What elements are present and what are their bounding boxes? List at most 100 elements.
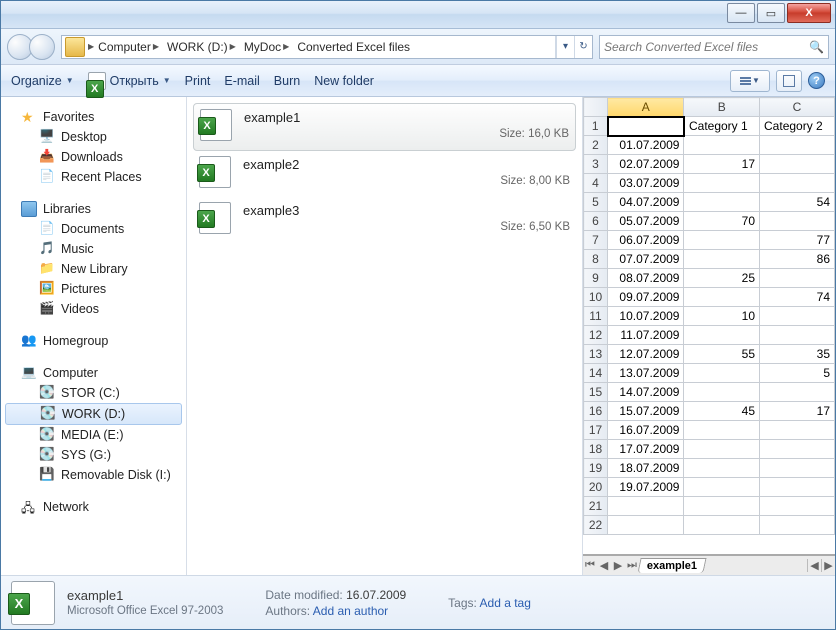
navigation-pane[interactable]: ★Favorites 🖥️Desktop 📥Downloads 📄Recent …: [1, 97, 187, 575]
cell[interactable]: [684, 421, 760, 440]
cell[interactable]: Category 2: [760, 117, 835, 136]
row-header[interactable]: 22: [584, 516, 608, 535]
row-header[interactable]: 7: [584, 231, 608, 250]
cell[interactable]: 54: [760, 193, 835, 212]
cell[interactable]: [760, 516, 835, 535]
cell[interactable]: Category 1: [684, 117, 760, 136]
cell[interactable]: 77: [760, 231, 835, 250]
cell[interactable]: 02.07.2009: [608, 155, 684, 174]
add-tag-link[interactable]: Add a tag: [480, 596, 531, 610]
cell[interactable]: 03.07.2009: [608, 174, 684, 193]
cell[interactable]: [684, 193, 760, 212]
cell[interactable]: [684, 136, 760, 155]
cell[interactable]: [760, 478, 835, 497]
refresh-button[interactable]: ↻: [574, 36, 592, 58]
row-header[interactable]: 12: [584, 326, 608, 345]
cell[interactable]: 07.07.2009: [608, 250, 684, 269]
cell[interactable]: 01.07.2009: [608, 136, 684, 155]
print-button[interactable]: Print: [185, 74, 211, 88]
column-header[interactable]: A: [608, 98, 684, 117]
cell[interactable]: 13.07.2009: [608, 364, 684, 383]
row-header[interactable]: 5: [584, 193, 608, 212]
nav-item-drive-g[interactable]: 💽SYS (G:): [1, 445, 186, 465]
cell[interactable]: [760, 497, 835, 516]
cell[interactable]: [760, 459, 835, 478]
nav-item-recent[interactable]: 📄Recent Places: [1, 167, 186, 187]
cell[interactable]: 86: [760, 250, 835, 269]
column-header[interactable]: B: [684, 98, 760, 117]
row-header[interactable]: 10: [584, 288, 608, 307]
cell[interactable]: [608, 516, 684, 535]
sheet-next-button[interactable]: ▶: [611, 559, 625, 572]
close-button[interactable]: X: [787, 3, 831, 23]
hscroll-left-button[interactable]: ◀: [807, 559, 821, 572]
open-menu[interactable]: Открыть▼: [88, 72, 171, 90]
cell[interactable]: [684, 231, 760, 250]
nav-item-desktop[interactable]: 🖥️Desktop: [1, 127, 186, 147]
nav-item-music[interactable]: 🎵Music: [1, 239, 186, 259]
help-button[interactable]: ?: [808, 72, 825, 89]
cell[interactable]: [684, 497, 760, 516]
cell[interactable]: 10.07.2009: [608, 307, 684, 326]
maximize-button[interactable]: ▭: [757, 3, 785, 23]
breadcrumb-segment[interactable]: MyDoc▶: [240, 40, 294, 54]
cell[interactable]: [760, 307, 835, 326]
nav-item-newlibrary[interactable]: 📁New Library: [1, 259, 186, 279]
network-header[interactable]: 🖧Network: [1, 497, 186, 517]
nav-item-downloads[interactable]: 📥Downloads: [1, 147, 186, 167]
sheet-tab[interactable]: example1: [637, 558, 706, 573]
breadcrumb-dropdown[interactable]: ▾: [556, 36, 574, 58]
cell[interactable]: [684, 478, 760, 497]
cell[interactable]: 11.07.2009: [608, 326, 684, 345]
row-header[interactable]: 13: [584, 345, 608, 364]
cell[interactable]: [760, 136, 835, 155]
cell[interactable]: 17.07.2009: [608, 440, 684, 459]
cell[interactable]: [760, 421, 835, 440]
forward-button[interactable]: [29, 34, 55, 60]
favorites-header[interactable]: ★Favorites: [1, 107, 186, 127]
cell[interactable]: 15.07.2009: [608, 402, 684, 421]
row-header[interactable]: 6: [584, 212, 608, 231]
cell[interactable]: [684, 516, 760, 535]
cell[interactable]: 25: [684, 269, 760, 288]
cell[interactable]: 17: [684, 155, 760, 174]
row-header[interactable]: 4: [584, 174, 608, 193]
row-header[interactable]: 8: [584, 250, 608, 269]
cell[interactable]: [608, 497, 684, 516]
cell[interactable]: [684, 326, 760, 345]
computer-header[interactable]: 💻Computer: [1, 363, 186, 383]
breadcrumb-segment[interactable]: Converted Excel files: [293, 40, 414, 54]
nav-item-documents[interactable]: 📄Documents: [1, 219, 186, 239]
cell[interactable]: [684, 174, 760, 193]
cell[interactable]: 14.07.2009: [608, 383, 684, 402]
spreadsheet-preview[interactable]: ABC1Category 1Category 2201.07.2009302.0…: [583, 97, 835, 555]
minimize-button[interactable]: —: [727, 3, 755, 23]
row-header[interactable]: 16: [584, 402, 608, 421]
homegroup-header[interactable]: 👥Homegroup: [1, 331, 186, 351]
libraries-header[interactable]: Libraries: [1, 199, 186, 219]
row-header[interactable]: 11: [584, 307, 608, 326]
row-header[interactable]: 1: [584, 117, 608, 136]
cell[interactable]: [684, 288, 760, 307]
cell[interactable]: [684, 250, 760, 269]
cell[interactable]: 18.07.2009: [608, 459, 684, 478]
cell[interactable]: 74: [760, 288, 835, 307]
add-author-link[interactable]: Add an author: [313, 604, 388, 618]
cell[interactable]: 19.07.2009: [608, 478, 684, 497]
cell[interactable]: 09.07.2009: [608, 288, 684, 307]
email-button[interactable]: E-mail: [224, 74, 259, 88]
burn-button[interactable]: Burn: [274, 74, 300, 88]
file-item[interactable]: example3Size: 6,50 KB: [193, 197, 576, 243]
view-mode-button[interactable]: ▼: [730, 70, 770, 92]
cell[interactable]: [684, 440, 760, 459]
row-header[interactable]: 15: [584, 383, 608, 402]
row-header[interactable]: 21: [584, 497, 608, 516]
cell[interactable]: 08.07.2009: [608, 269, 684, 288]
cell[interactable]: [760, 212, 835, 231]
cell[interactable]: [684, 383, 760, 402]
cell[interactable]: 45: [684, 402, 760, 421]
cell[interactable]: 12.07.2009: [608, 345, 684, 364]
column-header[interactable]: C: [760, 98, 835, 117]
row-header[interactable]: 14: [584, 364, 608, 383]
cell[interactable]: 35: [760, 345, 835, 364]
